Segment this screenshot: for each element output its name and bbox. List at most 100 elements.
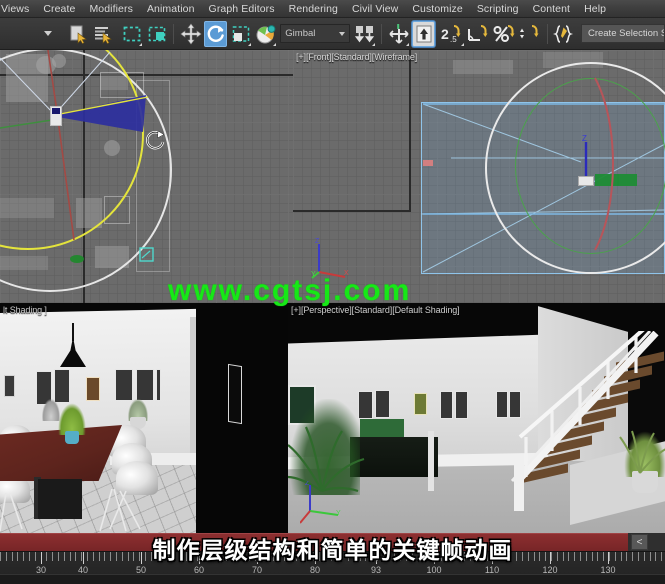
menu-item-graph-editors[interactable]: Graph Editors bbox=[202, 0, 282, 18]
axis-tripod: Z Y bbox=[300, 481, 341, 524]
menu-item-views[interactable]: Views bbox=[0, 0, 36, 18]
angle-snap-toggle-button[interactable] bbox=[467, 21, 491, 47]
spinner-snap-icon bbox=[520, 24, 539, 38]
rectangular-selection-region-button[interactable] bbox=[120, 21, 143, 47]
grid-axis-vertical bbox=[409, 50, 411, 211]
viewport-top-right[interactable]: Z Z X Y [+][Front][Standard][Wireframe] bbox=[293, 50, 665, 303]
select-and-scale-button[interactable] bbox=[229, 21, 252, 47]
dark-room-area bbox=[196, 303, 288, 533]
undo-history-dropdown[interactable] bbox=[36, 21, 59, 47]
flyout-corner-icon bbox=[406, 42, 410, 46]
snaps-25d-button[interactable]: 2 .5 bbox=[441, 21, 465, 47]
manipulate-icon bbox=[389, 23, 409, 44]
menu-item-animation[interactable]: Animation bbox=[140, 0, 202, 18]
select-object-button[interactable] bbox=[67, 21, 90, 47]
corner-plant-leaves bbox=[619, 430, 665, 474]
select-and-place-button[interactable] bbox=[254, 21, 277, 47]
edit-named-selection-sets-button[interactable] bbox=[553, 21, 576, 47]
select-object-icon bbox=[70, 25, 87, 44]
toolbar-separator bbox=[381, 23, 383, 44]
wall-window bbox=[440, 391, 453, 419]
viewport-top-right-label: [+][Front][Standard][Wireframe] bbox=[296, 52, 418, 62]
menu-bar: Views Create Modifiers Animation Graph E… bbox=[0, 0, 665, 18]
named-selection-sets-icon bbox=[553, 24, 574, 43]
toolbar-separator bbox=[173, 23, 175, 44]
column bbox=[428, 431, 434, 491]
move-gizmo-icon bbox=[180, 23, 202, 44]
snap-25-icon: 2 .5 bbox=[441, 24, 461, 44]
chair-legs bbox=[0, 493, 23, 532]
wall-picture bbox=[86, 377, 100, 401]
application-window: Views Create Modifiers Animation Graph E… bbox=[0, 0, 665, 584]
flyout-corner-icon bbox=[273, 42, 277, 46]
wall-picture bbox=[4, 375, 15, 397]
scale-gizmo-icon bbox=[232, 25, 250, 42]
menu-item-customize[interactable]: Customize bbox=[405, 0, 470, 18]
svg-text:2: 2 bbox=[441, 26, 449, 42]
angle-snap-icon bbox=[468, 24, 488, 41]
menu-item-scripting[interactable]: Scripting bbox=[470, 0, 526, 18]
select-and-move-button[interactable] bbox=[179, 21, 202, 47]
menu-item-help[interactable]: Help bbox=[577, 0, 613, 18]
percent-snap-icon bbox=[493, 24, 515, 42]
living-room-render: Z Y bbox=[288, 303, 665, 533]
rotate-cursor-icon bbox=[146, 130, 165, 150]
select-by-name-icon bbox=[95, 26, 112, 44]
wall-window bbox=[115, 369, 133, 401]
select-and-manipulate-button[interactable] bbox=[387, 21, 410, 47]
scene-red-object bbox=[423, 160, 433, 166]
window-crossing-icon bbox=[148, 26, 165, 41]
pivot-object[interactable] bbox=[578, 176, 594, 186]
table-plant-pot bbox=[65, 431, 79, 444]
main-toolbar: Gimbal 2 .5 Create Selection S bbox=[0, 18, 665, 50]
wall-window bbox=[455, 391, 468, 419]
viewport-bottom-right[interactable]: Z Y [+][Perspective][Standard][Default S… bbox=[288, 303, 665, 533]
menu-item-rendering[interactable]: Rendering bbox=[282, 0, 345, 18]
ruler-baseline bbox=[0, 574, 665, 584]
wall-window bbox=[136, 369, 154, 401]
toolbar-separator bbox=[546, 23, 548, 44]
use-pivot-point-center-button[interactable] bbox=[353, 21, 376, 47]
wall-window bbox=[375, 390, 390, 418]
axis-label-z: Z bbox=[315, 238, 320, 245]
reference-coordinate-system-dropdown[interactable]: Gimbal bbox=[280, 24, 351, 43]
axis-label-y: Y bbox=[336, 510, 341, 517]
subtitle-text: 制作层级结构和简单的关键帧动画 bbox=[152, 537, 513, 563]
newel-post bbox=[514, 465, 524, 511]
wall-picture bbox=[414, 393, 427, 415]
select-by-name-button[interactable] bbox=[92, 21, 115, 47]
window-crossing-button[interactable] bbox=[145, 21, 168, 47]
dining-room-render bbox=[0, 303, 288, 533]
menu-item-civil-view[interactable]: Civil View bbox=[345, 0, 405, 18]
snap-toggle-icon bbox=[416, 25, 432, 42]
menu-item-create[interactable]: Create bbox=[36, 0, 82, 18]
viewport-bottom-left[interactable]: lt Shading ] bbox=[0, 303, 288, 533]
coordinate-system-value: Gimbal bbox=[285, 28, 316, 39]
wall-window bbox=[54, 369, 70, 403]
place-icon bbox=[256, 24, 276, 43]
menu-item-modifiers[interactable]: Modifiers bbox=[82, 0, 140, 18]
rect-select-region-icon bbox=[123, 26, 141, 41]
svg-text:Z: Z bbox=[582, 134, 587, 143]
grid-axis-horizontal bbox=[293, 210, 411, 212]
chevron-down-icon bbox=[43, 31, 52, 36]
flyout-corner-icon bbox=[461, 42, 464, 46]
doorway bbox=[228, 363, 242, 425]
select-and-rotate-button[interactable] bbox=[204, 20, 228, 47]
axis-label-z: Z bbox=[305, 481, 310, 487]
chair-legs bbox=[99, 489, 141, 532]
menu-item-content[interactable]: Content bbox=[526, 0, 577, 18]
helper-gizmo-icon bbox=[139, 247, 154, 262]
pivot-center-icon bbox=[354, 25, 374, 42]
wall-window bbox=[156, 369, 161, 401]
spinner-snap-toggle-button[interactable] bbox=[519, 21, 542, 47]
flyout-corner-icon bbox=[372, 42, 376, 46]
table-leg bbox=[38, 479, 82, 519]
camera-lens bbox=[52, 108, 60, 114]
percent-snap-toggle-button[interactable] bbox=[493, 21, 517, 47]
snaps-toggle-button[interactable] bbox=[412, 20, 436, 47]
viewport-top-left[interactable] bbox=[0, 50, 293, 303]
create-selection-set-field[interactable]: Create Selection S bbox=[580, 24, 665, 43]
camera-target-lines bbox=[0, 50, 149, 241]
wall-window bbox=[496, 391, 508, 418]
